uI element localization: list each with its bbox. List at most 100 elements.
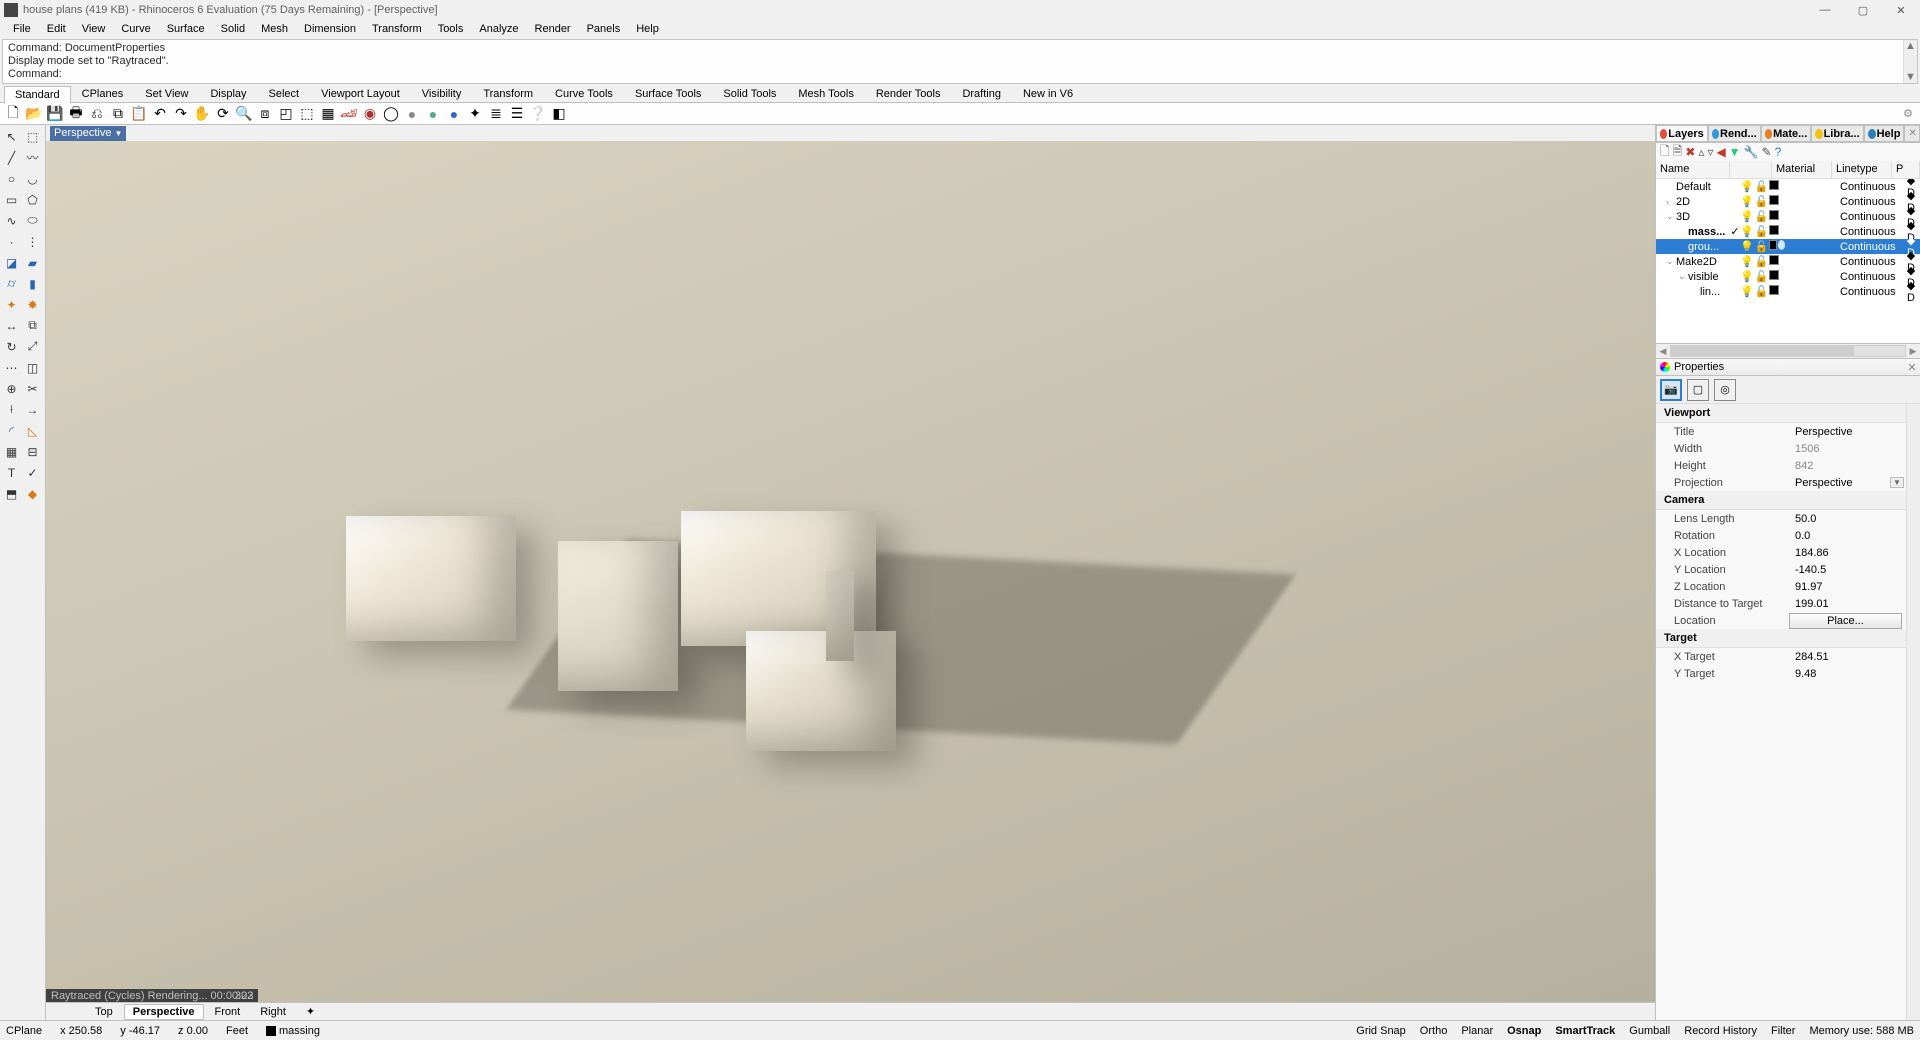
col-print[interactable]: P — [1892, 161, 1920, 178]
tab-mesh-tools[interactable]: Mesh Tools — [787, 85, 864, 103]
toggle-record-history[interactable]: Record History — [1684, 1025, 1757, 1037]
toggle-grid-snap[interactable]: Grid Snap — [1356, 1025, 1406, 1037]
layer-down-icon[interactable]: ▿ — [1707, 145, 1713, 159]
fillet-icon[interactable]: ◜ — [2, 421, 21, 440]
toggle-planar[interactable]: Planar — [1461, 1025, 1493, 1037]
menu-tools[interactable]: Tools — [431, 22, 471, 36]
layer-row[interactable]: lin...💡🔓Continuous◆ D — [1656, 284, 1920, 299]
menu-analyze[interactable]: Analyze — [472, 22, 525, 36]
extend-icon[interactable]: → — [23, 400, 42, 419]
cyl-icon[interactable]: ⌭ — [2, 274, 21, 293]
tab-setview[interactable]: Set View — [134, 85, 199, 103]
menu-view[interactable]: View — [75, 22, 113, 36]
4view-icon[interactable]: ▦ — [318, 104, 338, 124]
option-icon[interactable]: ✦ — [465, 104, 485, 124]
close-button[interactable]: ✕ — [1882, 0, 1920, 20]
viewport-perspective[interactable]: Raytraced (Cycles) Rendering... 00:00:23… — [46, 141, 1655, 1002]
menu-render[interactable]: Render — [528, 22, 578, 36]
panel-tab-rendering[interactable]: Rend... — [1708, 125, 1761, 142]
panel-close-icon[interactable]: ✕ — [1904, 125, 1920, 142]
undo-icon[interactable]: ↶ — [150, 104, 170, 124]
menu-transform[interactable]: Transform — [365, 22, 429, 36]
menu-dimension[interactable]: Dimension — [297, 22, 363, 36]
rendered-icon[interactable]: ● — [444, 104, 464, 124]
last2-icon[interactable]: ◆ — [23, 484, 42, 503]
layer-tools-icon[interactable]: 🔧 — [1744, 145, 1759, 159]
tab-display[interactable]: Display — [199, 85, 257, 103]
hide-icon[interactable]: ◧ — [549, 104, 569, 124]
array-icon[interactable]: ⋯ — [2, 358, 21, 377]
layer-row[interactable]: ⌄visible💡🔓Continuous◆ D — [1656, 269, 1920, 284]
layer-row[interactable]: ›2D💡🔓Continuous◆ D — [1656, 194, 1920, 209]
ptson-icon[interactable]: ⋮ — [23, 232, 42, 251]
scale-icon[interactable]: ⤢ — [23, 337, 42, 356]
circle-icon[interactable]: ○ — [2, 169, 21, 188]
tool-icon[interactable]: ⎌ — [87, 104, 107, 124]
layer-up-icon[interactable]: ▵ — [1698, 145, 1704, 159]
point-icon[interactable]: · — [2, 232, 21, 251]
tab-render-tools[interactable]: Render Tools — [865, 85, 952, 103]
paste-icon[interactable]: 📋 — [129, 104, 149, 124]
maximize-button[interactable]: ▢ — [1844, 0, 1882, 20]
redo-icon[interactable]: ↷ — [171, 104, 191, 124]
trim-icon[interactable]: ✂ — [23, 379, 42, 398]
menu-file[interactable]: File — [6, 22, 38, 36]
mirror-icon[interactable]: ◫ — [23, 358, 42, 377]
save-icon[interactable]: 💾 — [45, 104, 65, 124]
target-x-input[interactable]: 284.51 — [1789, 651, 1920, 663]
render-icon[interactable]: 🏎 — [339, 104, 359, 124]
curve-icon[interactable]: ∿ — [2, 211, 21, 230]
viewport-tab-perspective[interactable]: Perspective ▼ — [50, 126, 126, 141]
help-icon[interactable]: ❔ — [528, 104, 548, 124]
vp-title-input[interactable]: Perspective — [1789, 426, 1920, 438]
polygon-icon[interactable]: ⬠ — [23, 190, 42, 209]
layer-row[interactable]: ⌄3D💡🔓Continuous◆ D — [1656, 209, 1920, 224]
tab-solid-tools[interactable]: Solid Tools — [712, 85, 787, 103]
grid-icon[interactable]: ▦ — [2, 442, 21, 461]
minimize-button[interactable]: — — [1806, 0, 1844, 20]
tab-select[interactable]: Select — [258, 85, 311, 103]
rotate-icon[interactable]: ⟳ — [213, 104, 233, 124]
zoom-ext-icon[interactable]: ◰ — [276, 104, 296, 124]
cam-x-input[interactable]: 184.86 — [1789, 547, 1920, 559]
col-name[interactable]: Name — [1656, 161, 1730, 178]
props-view-icon[interactable]: 📷 — [1660, 379, 1682, 401]
vp-tab-front[interactable]: Front — [206, 1004, 250, 1020]
rotate2-icon[interactable]: ↻ — [2, 337, 21, 356]
cmd-scrollbar[interactable]: ▲▼ — [1903, 40, 1917, 83]
split-icon[interactable]: ⟊ — [2, 400, 21, 419]
properties-close-icon[interactable]: ✕ — [1904, 361, 1920, 374]
layer-row[interactable]: ⌄Make2D💡🔓Continuous◆ D — [1656, 254, 1920, 269]
menu-curve[interactable]: Curve — [114, 22, 157, 36]
cam-dist-input[interactable]: 199.01 — [1789, 598, 1920, 610]
zoom-sel-icon[interactable]: ⬚ — [297, 104, 317, 124]
projection-dropdown[interactable]: ▼ — [1890, 477, 1904, 488]
layer-help-icon[interactable]: ? — [1775, 145, 1782, 159]
prop-icon[interactable]: ☰ — [507, 104, 527, 124]
tab-drafting[interactable]: Drafting — [951, 85, 1012, 103]
vp-tab-perspective[interactable]: Perspective — [124, 1004, 204, 1020]
layer-row[interactable]: mass...✓💡🔓Continuous◆ D — [1656, 224, 1920, 239]
tab-curve-tools[interactable]: Curve Tools — [544, 85, 624, 103]
ghost-icon[interactable]: ● — [402, 104, 422, 124]
tab-transform[interactable]: Transform — [472, 85, 544, 103]
surf-icon[interactable]: ▰ — [23, 253, 42, 272]
toolbar-options-icon[interactable]: ⚙ — [1899, 107, 1917, 120]
command-history[interactable]: Command: DocumentProperties Display mode… — [2, 39, 1918, 84]
zoom-dyn-icon[interactable]: 🔍 — [234, 104, 254, 124]
print-icon[interactable]: 🖶 — [66, 104, 86, 124]
tab-standard[interactable]: Standard — [4, 86, 71, 104]
xray-icon[interactable]: ● — [423, 104, 443, 124]
last1-icon[interactable]: ⬒ — [2, 484, 21, 503]
cam-y-input[interactable]: -140.5 — [1789, 564, 1920, 576]
layer-prev-icon[interactable]: ◀ — [1716, 145, 1725, 159]
target-y-input[interactable]: 9.48 — [1789, 668, 1920, 680]
copy2-icon[interactable]: ⧉ — [23, 316, 42, 335]
mesh-icon[interactable]: ✦ — [2, 295, 21, 314]
layer-filter-icon[interactable]: ▼ — [1729, 145, 1741, 159]
props-material-icon[interactable]: ◎ — [1714, 379, 1736, 401]
menu-surface[interactable]: Surface — [160, 22, 212, 36]
vp-tab-add[interactable]: ✦ — [297, 1003, 324, 1020]
join-icon[interactable]: ⊕ — [2, 379, 21, 398]
layers-icon[interactable]: ≣ — [486, 104, 506, 124]
